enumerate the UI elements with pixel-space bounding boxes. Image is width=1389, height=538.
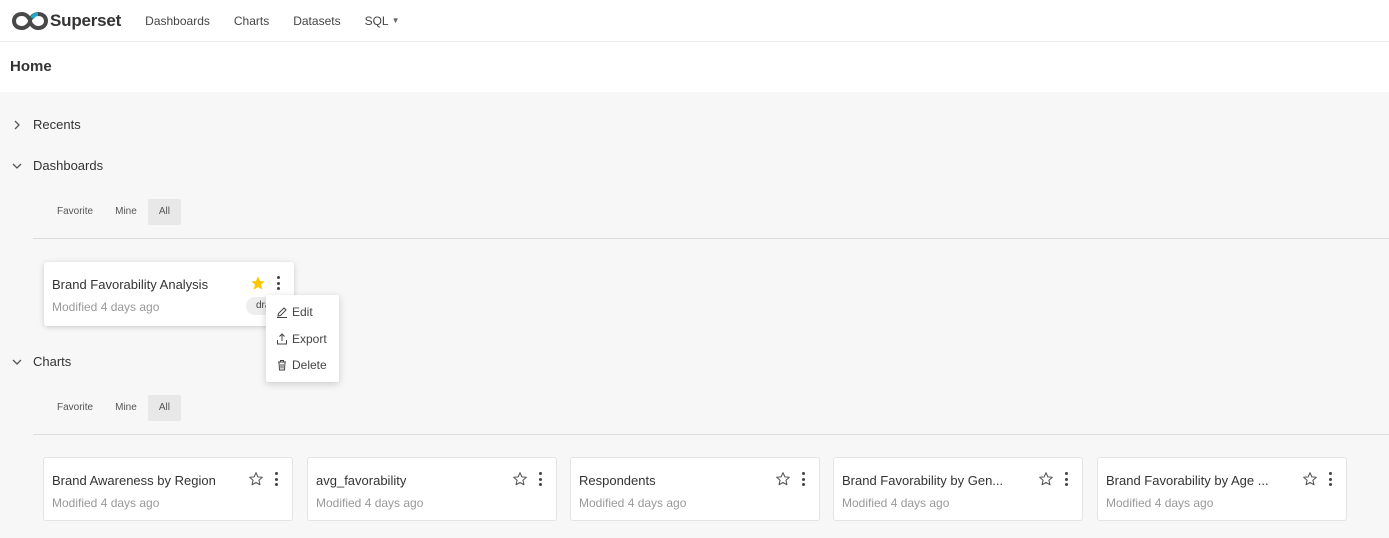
dashboards-tab-all[interactable]: All	[147, 199, 181, 225]
section-charts-header[interactable]: Charts	[12, 354, 71, 369]
chart-card-modified: Modified 4 days ago	[52, 496, 160, 510]
chart-card-modified: Modified 4 days ago	[579, 496, 687, 510]
dashboards-tab-favorite[interactable]: Favorite	[46, 199, 104, 225]
charts-tabs: Favorite Mine All	[46, 395, 181, 421]
brand-name: Superset	[50, 10, 122, 30]
chart-card-title: avg_favorability	[316, 473, 407, 488]
chart-card-title: Respondents	[579, 473, 656, 488]
star-outline-icon[interactable]	[512, 471, 528, 487]
chart-card-modified: Modified 4 days ago	[842, 496, 950, 510]
trash-icon	[278, 360, 286, 371]
top-nav: Superset Dashboards Charts Datasets SQL …	[0, 0, 1389, 42]
charts-divider	[33, 434, 1389, 435]
charts-tab-all[interactable]: All	[147, 395, 181, 421]
chart-card[interactable]: Brand Awareness by Region Modified 4 day…	[43, 457, 293, 521]
more-vertical-icon[interactable]	[272, 274, 284, 292]
chart-card-modified: Modified 4 days ago	[316, 496, 424, 510]
card-actions-menu: Edit Export Delete	[266, 295, 339, 382]
chart-card[interactable]: avg_favorability Modified 4 days ago	[307, 457, 557, 521]
superset-logo[interactable]: Superset	[12, 0, 121, 42]
more-vertical-icon[interactable]	[534, 470, 546, 488]
dashboard-card[interactable]: Brand Favorability Analysis Modified 4 d…	[44, 262, 294, 326]
nav-dashboards[interactable]: Dashboards	[133, 0, 222, 42]
dashboard-card-title: Brand Favorability Analysis	[52, 277, 209, 292]
chart-card-title: Brand Favorability by Gen...	[842, 473, 1004, 488]
dashboards-tab-mine[interactable]: Mine	[104, 199, 148, 225]
nav-datasets[interactable]: Datasets	[281, 0, 352, 42]
star-outline-icon[interactable]	[775, 471, 791, 487]
page-title: Home	[10, 58, 52, 75]
dashboards-divider	[33, 238, 1389, 239]
chevron-right-icon	[12, 120, 22, 130]
menu-item-edit-label: Edit	[292, 305, 313, 320]
dashboards-tabs: Favorite Mine All	[46, 199, 181, 225]
chart-card[interactable]: Respondents Modified 4 days ago	[570, 457, 820, 521]
chart-card[interactable]: Brand Favorability by Age ... Modified 4…	[1097, 457, 1347, 521]
section-recents-header[interactable]: Recents	[12, 117, 81, 132]
menu-item-export-label: Export	[292, 331, 327, 346]
page-header: Home	[0, 42, 1389, 92]
chart-card-title: Brand Awareness by Region	[52, 473, 216, 488]
more-vertical-icon[interactable]	[797, 470, 809, 488]
chart-card[interactable]: Brand Favorability by Gen... Modified 4 …	[833, 457, 1083, 521]
star-outline-icon[interactable]	[1302, 471, 1318, 487]
nav-charts[interactable]: Charts	[222, 0, 281, 42]
nav-sql[interactable]: SQL ▼	[353, 0, 412, 42]
dashboard-card-modified: Modified 4 days ago	[52, 300, 160, 314]
more-vertical-icon[interactable]	[1060, 470, 1072, 488]
chevron-down-icon	[12, 357, 22, 367]
charts-tab-mine[interactable]: Mine	[104, 395, 148, 421]
menu-item-export[interactable]: Export	[266, 326, 339, 353]
menu-item-edit[interactable]: Edit	[266, 299, 339, 326]
section-charts-title: Charts	[33, 354, 72, 369]
menu-item-delete[interactable]: Delete	[266, 352, 339, 379]
section-dashboards-title: Dashboards	[33, 158, 104, 173]
menu-item-delete-label: Delete	[292, 358, 327, 373]
section-dashboards-header[interactable]: Dashboards	[12, 158, 103, 173]
caret-down-icon: ▼	[391, 15, 400, 25]
star-outline-icon[interactable]	[248, 471, 264, 487]
charts-tab-favorite[interactable]: Favorite	[46, 395, 104, 421]
star-filled-icon[interactable]	[250, 275, 266, 291]
chart-card-title: Brand Favorability by Age ...	[1106, 473, 1269, 488]
superset-logo-icon	[12, 11, 48, 30]
chart-card-modified: Modified 4 days ago	[1106, 496, 1214, 510]
chevron-down-icon	[12, 161, 22, 171]
section-recents-title: Recents	[33, 117, 81, 132]
export-icon	[277, 333, 287, 345]
star-outline-icon[interactable]	[1038, 471, 1054, 487]
more-vertical-icon[interactable]	[270, 470, 282, 488]
more-vertical-icon[interactable]	[1324, 470, 1336, 488]
pencil-icon	[277, 307, 287, 319]
nav-sql-label: SQL	[364, 13, 389, 28]
